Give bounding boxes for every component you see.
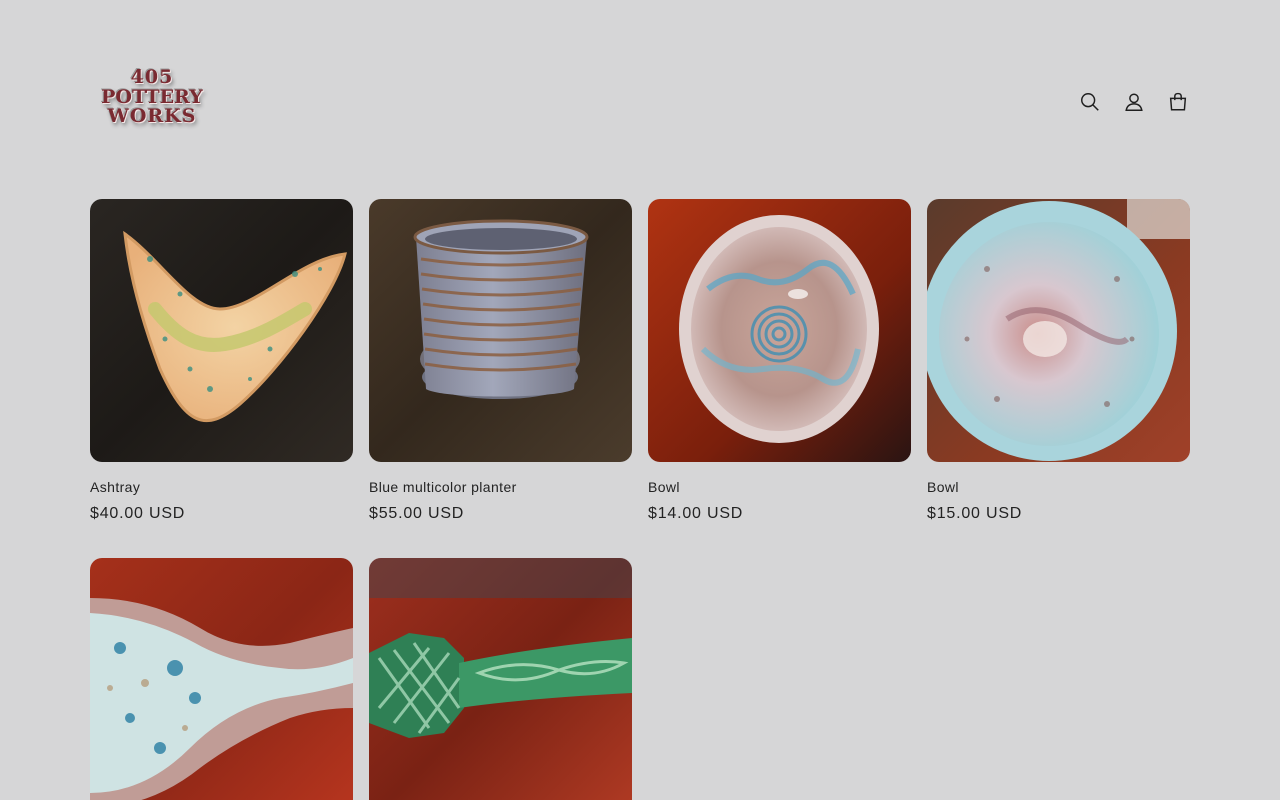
product-title[interactable]: Ashtray (90, 479, 353, 495)
product-image[interactable] (90, 558, 353, 800)
search-button[interactable] (1078, 90, 1102, 114)
product-title[interactable]: Bowl (927, 479, 1190, 495)
logo-line-1: 405 (130, 66, 174, 88)
logo-line-3: WORKS (107, 105, 197, 127)
product-card[interactable] (369, 558, 632, 800)
product-image[interactable] (369, 199, 632, 462)
product-image[interactable] (648, 199, 911, 462)
search-icon (1081, 93, 1099, 111)
product-title[interactable]: Bowl (648, 479, 911, 495)
header-icons (1078, 90, 1190, 114)
product-price: $14.00 USD (648, 505, 744, 522)
cart-icon (1169, 92, 1187, 111)
store-logo[interactable]: 405 POTTERY WORKS (90, 68, 214, 144)
account-button[interactable] (1122, 90, 1146, 114)
product-image[interactable] (927, 199, 1190, 462)
product-title[interactable]: Blue multicolor planter (369, 479, 632, 495)
product-card[interactable]: Bowl $15.00 USD (927, 199, 1190, 523)
site-header: 405 POTTERY WORKS (90, 60, 1190, 150)
cart-button[interactable] (1166, 90, 1190, 114)
product-card[interactable]: Bowl $14.00 USD (648, 199, 911, 523)
product-price: $15.00 USD (927, 505, 1023, 522)
product-card[interactable]: Ashtray $40.00 USD (90, 199, 353, 523)
product-card[interactable] (90, 558, 353, 800)
product-price: $55.00 USD (369, 505, 465, 522)
product-image[interactable] (369, 558, 632, 800)
product-image[interactable] (90, 199, 353, 462)
account-icon (1125, 93, 1143, 111)
product-price: $40.00 USD (90, 505, 186, 522)
product-card[interactable]: Blue multicolor planter $55.00 USD (369, 199, 632, 523)
product-grid: Ashtray $40.00 USD Blue multicolor plant… (90, 199, 1190, 800)
